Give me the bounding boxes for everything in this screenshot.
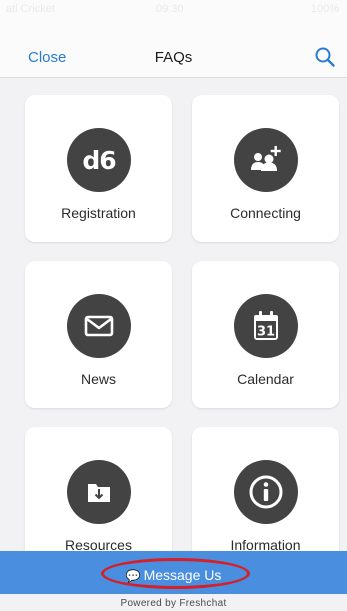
faq-screen: atl Cricket 09:30 100% Close FAQs d6 Reg… — [0, 0, 347, 611]
tile-label: Connecting — [230, 205, 301, 221]
message-us-label: Message Us — [143, 567, 222, 583]
message-us-button[interactable]: 💬 Message Us — [0, 551, 347, 594]
d6-logo-text: d6 — [82, 145, 116, 175]
tile-label: Registration — [61, 205, 136, 221]
status-bar: atl Cricket 09:30 100% — [0, 0, 347, 20]
tile-label: Calendar — [237, 371, 294, 387]
nav-bar: Close FAQs — [0, 20, 347, 78]
tile-calendar[interactable]: 31 Calendar — [192, 261, 339, 408]
info-icon — [234, 460, 298, 524]
folder-download-icon — [67, 460, 131, 524]
page-title: FAQs — [154, 49, 193, 66]
d6-logo-icon: d6 — [67, 128, 131, 192]
search-icon[interactable] — [314, 46, 336, 68]
tile-registration[interactable]: d6 Registration — [25, 95, 172, 242]
envelope-icon — [67, 294, 131, 358]
calendar-day-text: 31 — [257, 325, 275, 340]
powered-by-text: Powered by Freshchat — [120, 598, 227, 609]
message-us-content: 💬 Message Us — [0, 567, 347, 583]
chat-bubble-icon: 💬 — [125, 569, 141, 583]
status-time: 09:30 — [156, 3, 184, 15]
tile-connecting[interactable]: Connecting — [192, 95, 339, 242]
add-user-icon — [234, 128, 298, 192]
tile-label: News — [80, 371, 116, 387]
calendar-icon: 31 — [234, 294, 298, 358]
tile-news[interactable]: News — [25, 261, 172, 408]
battery-level: 100% — [310, 3, 339, 15]
carrier-name: atl Cricket — [6, 3, 55, 15]
